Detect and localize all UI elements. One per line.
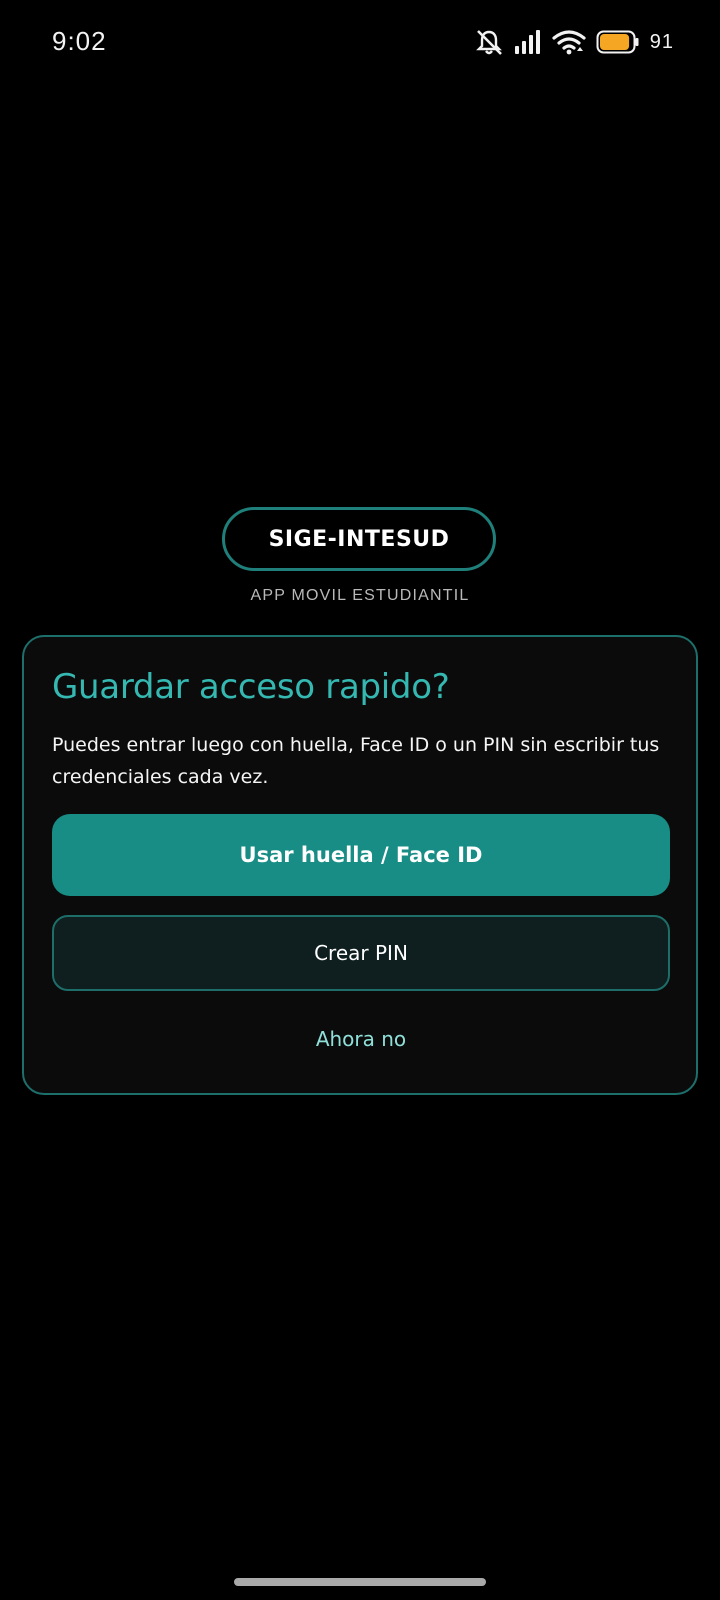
brand-pill: SIGE-INTESUD — [222, 507, 496, 571]
not-now-button[interactable]: Ahora no — [52, 1019, 670, 1059]
battery-percent: 91 — [649, 30, 674, 53]
quick-access-dialog: Guardar acceso rapido? Puedes entrar lue… — [22, 635, 698, 1095]
create-pin-button[interactable]: Crear PIN — [52, 915, 670, 991]
mute-icon — [474, 28, 504, 56]
brand-subtitle: APP MOVIL ESTUDIANTIL — [250, 587, 470, 604]
home-indicator[interactable] — [234, 1578, 486, 1586]
dialog-title: Guardar acceso rapido? — [52, 667, 450, 707]
signal-icon — [514, 29, 542, 55]
use-biometric-button[interactable]: Usar huella / Face ID — [52, 814, 670, 896]
status-icons: 91 — [474, 28, 674, 56]
status-bar: 9:02 91 — [0, 0, 720, 84]
status-time: 9:02 — [52, 26, 107, 56]
dialog-body: Puedes entrar luego con huella, Face ID … — [52, 734, 660, 788]
wifi-icon — [552, 29, 586, 55]
battery-icon — [596, 29, 640, 55]
